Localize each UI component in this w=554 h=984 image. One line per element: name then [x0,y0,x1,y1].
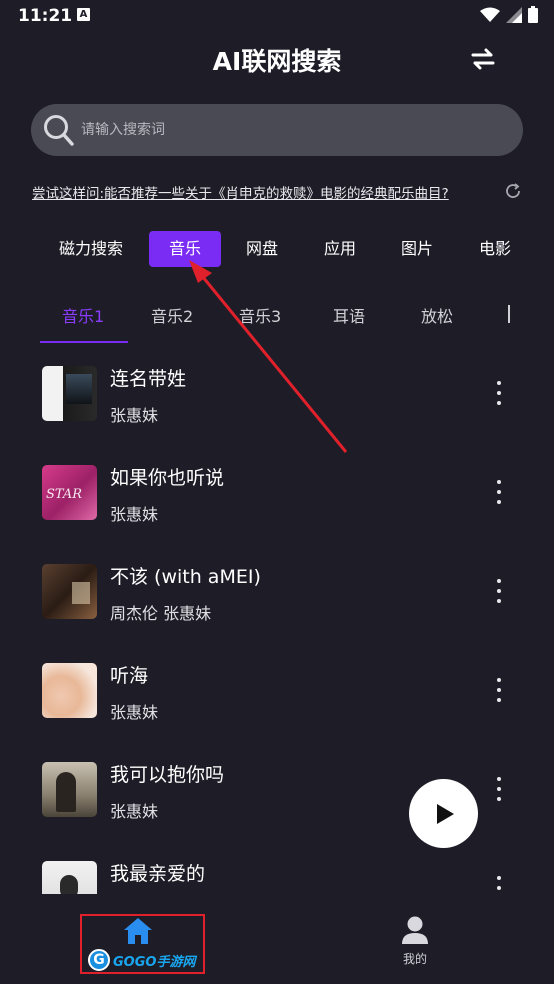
more-options-icon[interactable] [494,579,504,603]
album-cover [42,366,97,421]
subtab-music1[interactable]: 音乐1 [62,303,104,327]
category-magnet[interactable]: 磁力搜索 [55,231,127,267]
album-cover: STAR [42,465,97,520]
more-options-icon[interactable] [494,876,504,894]
wifi-icon [480,7,500,22]
suggestion-link[interactable]: 尝试这样问:能否推荐一些关于《肖申克的救赎》电影的经典配乐曲目? [32,182,449,202]
song-title: 不该 (with aMEI) [110,566,261,588]
search-input[interactable] [81,104,501,156]
song-title: 我最亲爱的 [110,863,206,885]
subtab-whisper[interactable]: 耳语 [333,303,365,327]
song-title: 如果你也听说 [110,467,225,489]
song-row[interactable]: 不该 (with aMEI) 周杰伦 张惠妹 [0,556,554,655]
subtab-overflow[interactable] [508,305,514,323]
song-artist: 张惠妹 [110,505,159,524]
more-options-icon[interactable] [494,678,504,702]
subtab-music3[interactable]: 音乐3 [239,303,281,327]
play-button[interactable] [409,779,478,848]
subtab-relax[interactable]: 放松 [421,303,453,327]
more-options-icon[interactable] [494,777,504,801]
gogo-logo-icon: G [88,949,110,971]
play-icon [436,803,454,824]
song-artist: 张惠妹 [110,406,159,425]
mine-tab-label[interactable]: 我的 [403,950,427,967]
song-title: 连名带姓 [110,368,187,390]
status-bar: 11:21 A [0,0,554,32]
refresh-icon[interactable] [504,182,522,200]
notification-icon: A [77,8,90,21]
swap-button[interactable] [466,42,500,76]
category-netdisk[interactable]: 网盘 [240,231,284,267]
status-icons [480,6,538,23]
song-title: 我可以抱你吗 [110,764,225,786]
home-icon [124,918,152,944]
category-apps[interactable]: 应用 [318,231,362,267]
category-images[interactable]: 图片 [395,231,439,267]
song-artist: 张惠妹 [110,703,159,722]
album-cover [42,564,97,619]
song-row[interactable]: STAR 如果你也听说 张惠妹 [0,457,554,556]
profile-icon[interactable] [401,915,429,945]
swap-arrows-icon [471,48,495,70]
more-options-icon[interactable] [494,480,504,504]
category-movies[interactable]: 电影 [473,231,517,267]
search-bar[interactable] [31,104,523,156]
song-artist: 张惠妹 [110,802,159,821]
song-artist: 周杰伦 张惠妹 [110,604,212,623]
signal-icon [506,6,522,23]
battery-icon [528,6,538,23]
category-music[interactable]: 音乐 [149,231,221,267]
album-cover [42,762,97,817]
song-row[interactable]: 连名带姓 张惠妹 [0,358,554,457]
subtab-indicator [40,341,128,343]
album-cover [42,861,97,894]
search-icon [44,115,74,146]
subtab-music2[interactable]: 音乐2 [151,303,193,327]
song-row[interactable]: 听海 张惠妹 [0,655,554,754]
status-time: 11:21 [18,6,73,26]
more-options-icon[interactable] [494,381,504,405]
watermark-text: GOGO手游网 [113,954,196,970]
watermark-logo: G GOGO手游网 [88,948,198,972]
album-cover [42,663,97,718]
song-row[interactable]: 我最亲爱的 [0,853,554,894]
song-title: 听海 [110,665,149,687]
